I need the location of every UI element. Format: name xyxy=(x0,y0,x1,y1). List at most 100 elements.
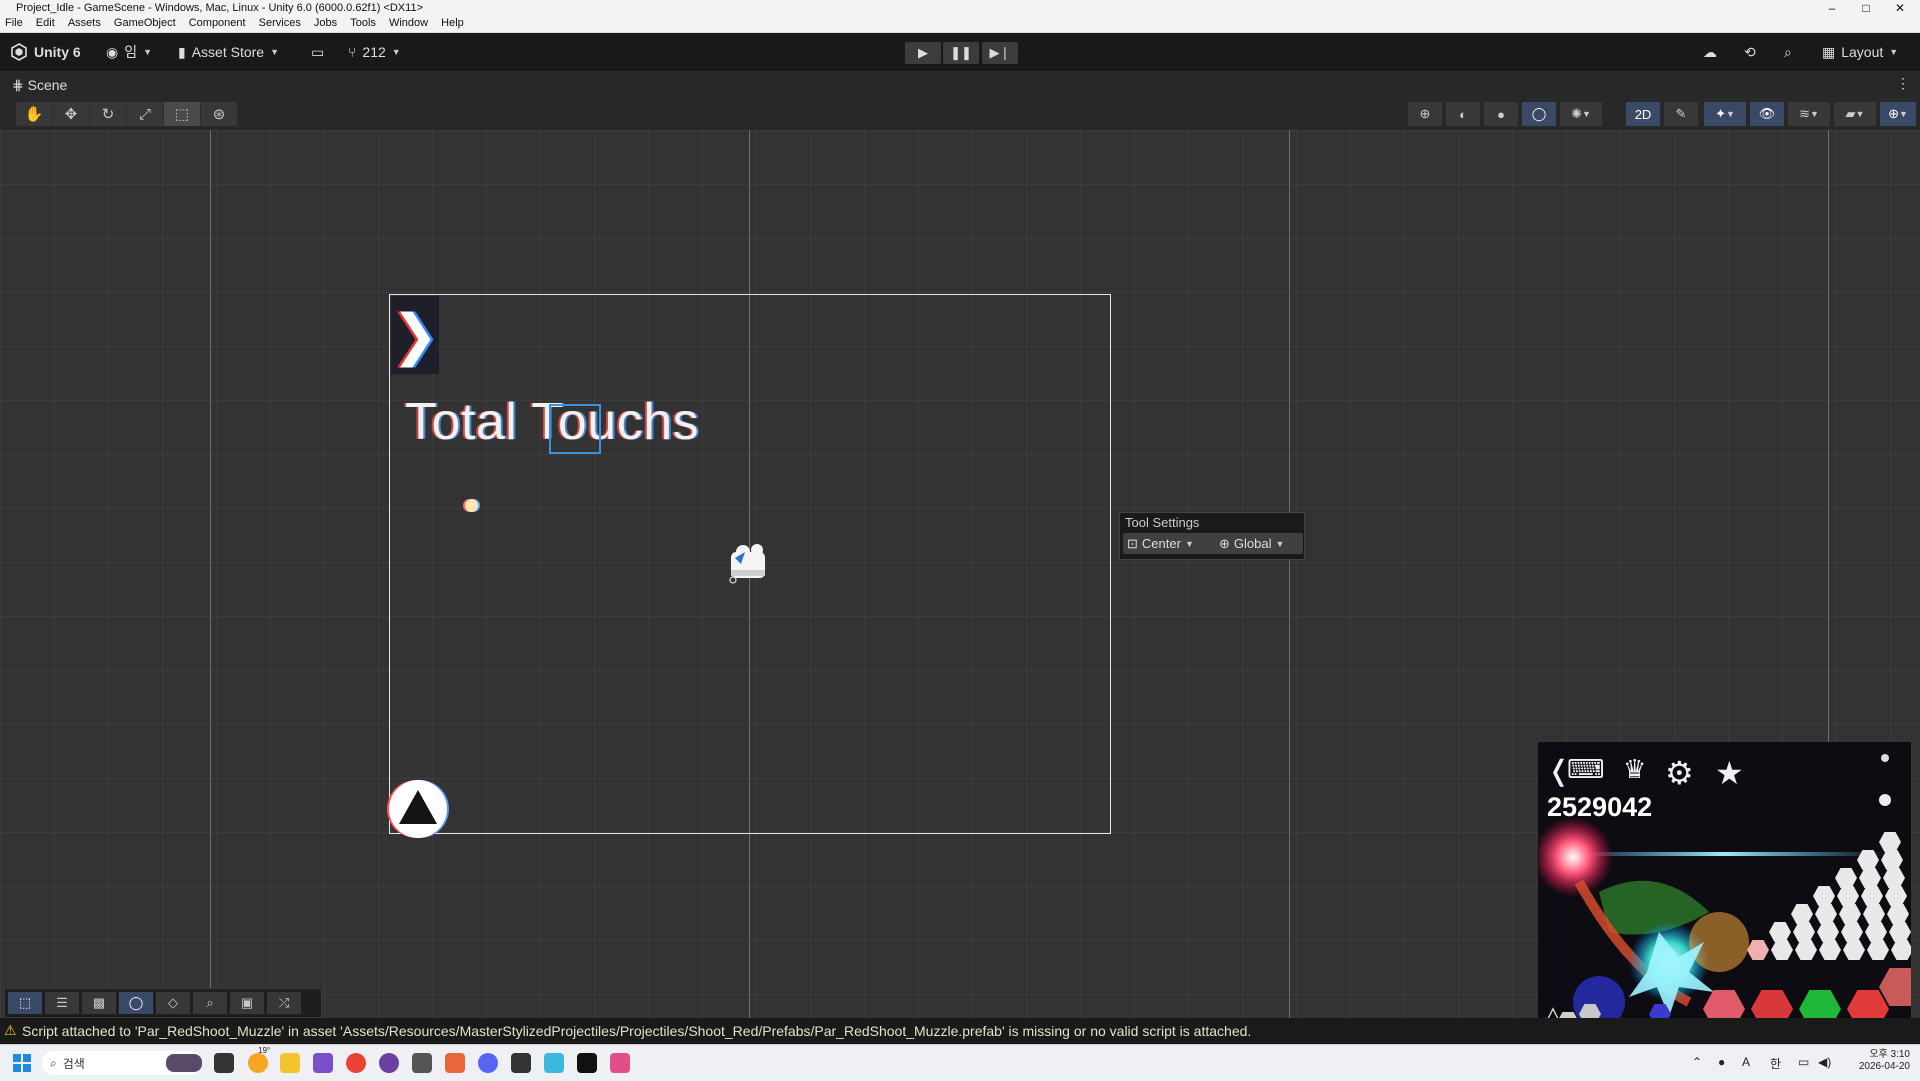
discord-icon[interactable] xyxy=(478,1053,498,1073)
shading-solid-icon[interactable]: ● xyxy=(1484,102,1518,126)
camera-guide-line xyxy=(1289,130,1290,1018)
selection-rect[interactable] xyxy=(549,404,601,454)
browser-icon[interactable] xyxy=(379,1053,399,1073)
grid-snap-icon[interactable]: ▩ xyxy=(82,992,116,1014)
task-view-icon[interactable] xyxy=(214,1053,234,1073)
window-titlebar: Project_Idle - GameScene - Windows, Mac,… xyxy=(0,0,1920,16)
step-button[interactable]: ▶❘ xyxy=(982,42,1018,64)
ime-icon[interactable]: A xyxy=(1742,1055,1750,1069)
circle-icon[interactable]: ◯ xyxy=(119,992,153,1014)
gizmos-dropdown[interactable]: ⊕ ▼ xyxy=(1880,102,1916,126)
trophy-icon[interactable]: ♛ xyxy=(1623,754,1646,785)
shuffle-icon[interactable]: ⤮ xyxy=(267,992,301,1014)
settings-gear-icon[interactable]: ⚙ xyxy=(1665,754,1694,792)
hand-tool-icon[interactable]: ✋ xyxy=(16,102,53,126)
move-tool-icon[interactable]: ✥ xyxy=(53,102,90,126)
network-icon[interactable]: ▭ xyxy=(1798,1055,1809,1069)
menu-component[interactable]: Component xyxy=(184,16,251,29)
history-button[interactable]: ⟲ xyxy=(1744,42,1756,62)
version-control-dropdown[interactable]: ⑂ 212 ▼ xyxy=(348,42,401,62)
debug-draw-dropdown[interactable]: ✺ ▼ xyxy=(1560,102,1602,126)
pivot-mode-dropdown[interactable]: ⊡ Center ▼ xyxy=(1123,533,1217,554)
fx-dropdown[interactable]: ✦ ▼ xyxy=(1704,102,1746,126)
menu-help[interactable]: Help xyxy=(436,16,469,29)
orientation-icon[interactable]: ◐ xyxy=(1446,102,1480,126)
shading-wireframe-icon[interactable]: ◯ xyxy=(1522,102,1556,126)
tilemap-icon[interactable]: ◇ xyxy=(156,992,190,1014)
close-button[interactable]: ✕ xyxy=(1880,0,1920,16)
tab-scene-label: Scene xyxy=(27,77,68,93)
particle-dot xyxy=(1879,794,1891,806)
unity-hub-icon[interactable] xyxy=(412,1053,432,1073)
lighting-toggle-icon[interactable]: ✎ xyxy=(1664,102,1698,126)
triangle-button-icon[interactable] xyxy=(389,780,447,838)
asset-store-dropdown[interactable]: ▮ Asset Store ▼ xyxy=(178,42,279,62)
tab-scene[interactable]: ⋕ Scene xyxy=(12,77,67,94)
transform-tool-icon[interactable]: ⊛ xyxy=(201,102,238,126)
snipping-tool-icon[interactable] xyxy=(610,1053,630,1073)
menu-assets[interactable]: Assets xyxy=(63,16,106,29)
account-dropdown[interactable]: ◉ 임 ▼ xyxy=(106,42,152,62)
chevron-right-icon[interactable]: ❯ xyxy=(391,296,439,374)
app-icon[interactable] xyxy=(544,1053,564,1073)
mic-icon[interactable]: ● xyxy=(1718,1055,1725,1069)
tray-chevron-icon[interactable]: ⌃ xyxy=(1692,1055,1702,1069)
menu-services[interactable]: Services xyxy=(254,16,306,29)
search-button[interactable]: ⌕ xyxy=(1784,42,1792,62)
particle-dot[interactable] xyxy=(465,499,478,512)
search-icon[interactable]: ⌕ xyxy=(193,992,227,1014)
volume-icon[interactable]: ◀) xyxy=(1818,1055,1831,1069)
menu-file[interactable]: File xyxy=(0,16,28,29)
scale-tool-icon[interactable]: ⤢ xyxy=(127,102,164,126)
unity-icon[interactable] xyxy=(511,1053,531,1073)
toggle-2d-label: 2D xyxy=(1634,106,1652,122)
camera-icon[interactable]: ▣ xyxy=(230,992,264,1014)
pause-button[interactable]: ❚❚ xyxy=(943,42,979,64)
visual-studio-icon[interactable] xyxy=(313,1053,333,1073)
chrome-icon[interactable] xyxy=(346,1053,366,1073)
layout-dropdown[interactable]: ▦ Layout ▼ xyxy=(1822,42,1898,62)
layout-icon: ▦ xyxy=(1822,43,1836,60)
play-button[interactable]: ▶ xyxy=(905,42,941,64)
taskbar-search[interactable]: ⌕ 검색 xyxy=(42,1051,202,1075)
rotate-tool-icon[interactable]: ↻ xyxy=(90,102,127,126)
more-options-icon[interactable]: ⋮ xyxy=(1896,75,1910,92)
keyboard-icon[interactable]: ⌨ xyxy=(1567,754,1605,785)
cloud-button[interactable]: ☁ xyxy=(1703,42,1717,62)
status-message[interactable]: Script attached to 'Par_RedShoot_Muzzle'… xyxy=(22,1023,1251,1039)
chevron-down-icon: ▼ xyxy=(1184,538,1194,549)
obs-icon[interactable] xyxy=(577,1053,597,1073)
camera-gizmo-icon[interactable] xyxy=(727,540,771,584)
toggle-2d-button[interactable]: 2D xyxy=(1626,102,1660,126)
rect-select-icon[interactable]: ⬚ xyxy=(8,992,42,1014)
menu-jobs[interactable]: Jobs xyxy=(309,16,342,29)
package-manager-button[interactable]: ▭ xyxy=(311,42,324,62)
windows-start-icon[interactable] xyxy=(12,1053,32,1073)
visibility-icon[interactable]: 👁 xyxy=(1750,102,1784,126)
menu-tools[interactable]: Tools xyxy=(345,16,381,29)
rect-tool-icon[interactable]: ⬚ xyxy=(164,102,201,126)
unity-menu-button[interactable]: Unity 6 xyxy=(10,42,81,62)
ime-hangul-icon[interactable]: 한 xyxy=(1770,1055,1781,1072)
score-counter: 2529042 xyxy=(1547,792,1653,822)
play-icon: ▶ xyxy=(918,45,928,60)
menu-window[interactable]: Window xyxy=(384,16,433,29)
camera-dropdown[interactable]: ▰ ▼ xyxy=(1834,102,1876,126)
menu-edit[interactable]: Edit xyxy=(31,16,60,29)
layers-dropdown[interactable]: ≋ ▼ xyxy=(1788,102,1830,126)
weather-temp: 19° xyxy=(258,1046,271,1055)
file-explorer-icon[interactable] xyxy=(280,1053,300,1073)
pivot-rotation-dropdown[interactable]: ⊕ Global ▼ xyxy=(1215,533,1303,554)
app-icon[interactable] xyxy=(445,1053,465,1073)
clock[interactable]: 오후 3:10 2026-04-20 xyxy=(1859,1049,1910,1073)
game-preview-window: ❬ ⌨ ♛ ⚙ ★ 2529042 △ xyxy=(1538,742,1911,1040)
step-icon: ▶❘ xyxy=(989,45,1011,60)
weather-icon[interactable] xyxy=(248,1053,268,1073)
global-toggle-icon[interactable]: ⊕ xyxy=(1408,102,1442,126)
chevron-down-icon: ▼ xyxy=(1581,109,1591,119)
sliders-icon[interactable]: ☰ xyxy=(45,992,79,1014)
search-icon: ⌕ xyxy=(1784,43,1792,60)
star-icon[interactable]: ★ xyxy=(1715,754,1744,792)
status-bar[interactable]: ⚠ Script attached to 'Par_RedShoot_Muzzl… xyxy=(0,1018,1920,1044)
menu-gameobject[interactable]: GameObject xyxy=(109,16,181,29)
